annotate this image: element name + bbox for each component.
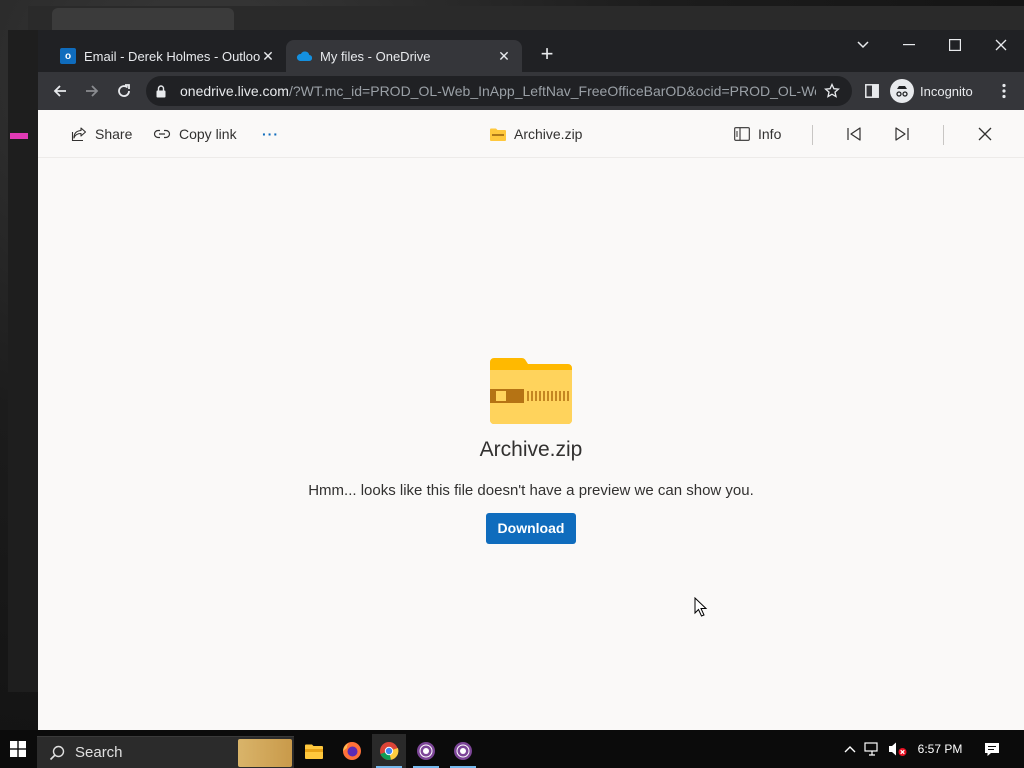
onedrive-cloud-icon: [296, 48, 312, 64]
viewer-command-bar: Share Copy link ··· Archive.zip Info: [38, 110, 1024, 158]
share-button[interactable]: Share: [71, 122, 132, 146]
background-window-tab: [52, 8, 234, 30]
url-text: onedrive.live.com/?WT.mc_id=PROD_OL-Web_…: [180, 83, 816, 99]
reload-button[interactable]: [110, 77, 138, 105]
tab-onedrive[interactable]: My files - OneDrive ✕: [286, 40, 522, 72]
bookmark-star-icon[interactable]: [824, 83, 842, 99]
firefox-icon[interactable]: [335, 734, 369, 768]
close-window-button[interactable]: [978, 30, 1024, 60]
mouse-cursor-icon: [694, 596, 708, 622]
zip-folder-icon: [490, 128, 506, 141]
chrome-icon[interactable]: [372, 734, 406, 768]
show-hidden-icons-button[interactable]: [840, 730, 860, 768]
header-file-name: Archive.zip: [514, 126, 583, 142]
network-icon[interactable]: [862, 730, 884, 768]
close-tab-icon[interactable]: ✕: [260, 48, 276, 64]
windows-taskbar: Search 6:57 PM: [0, 730, 1024, 768]
incognito-icon: [890, 79, 914, 103]
no-preview-message: Hmm... looks like this file doesn't have…: [308, 482, 754, 499]
more-options-button[interactable]: ···: [262, 122, 279, 146]
copy-link-button[interactable]: Copy link: [153, 122, 237, 146]
incognito-label: Incognito: [920, 83, 973, 99]
notifications-icon[interactable]: [978, 730, 1006, 768]
file-title: Archive.zip: [479, 438, 583, 461]
windows-logo-icon: [10, 741, 26, 757]
tor-browser-icon[interactable]: [409, 734, 443, 768]
close-icon: [978, 127, 992, 141]
zip-file-icon: [488, 358, 574, 424]
clock[interactable]: 6:57 PM: [912, 730, 968, 768]
tor-browser-icon[interactable]: [446, 734, 480, 768]
tab-search-icon[interactable]: [840, 30, 886, 60]
address-bar[interactable]: onedrive.live.com/?WT.mc_id=PROD_OL-Web_…: [146, 76, 852, 106]
tab-outlook[interactable]: o Email - Derek Holmes - Outlook ✕: [50, 40, 286, 72]
browser-toolbar: onedrive.live.com/?WT.mc_id=PROD_OL-Web_…: [38, 72, 1024, 110]
next-icon: [894, 126, 910, 142]
close-tab-icon[interactable]: ✕: [496, 48, 512, 64]
search-placeholder: Search: [75, 744, 123, 761]
side-panel-icon[interactable]: [858, 77, 886, 105]
lock-icon[interactable]: [156, 84, 170, 98]
no-preview-panel: Archive.zip Hmm... looks like this file …: [38, 358, 1024, 544]
link-icon: [153, 128, 171, 140]
more-icon: ···: [262, 126, 279, 142]
search-highlight-image: [238, 739, 292, 767]
share-icon: [71, 126, 87, 142]
minimize-button[interactable]: [886, 30, 932, 60]
tab-strip: o Email - Derek Holmes - Outlook ✕ My fi…: [38, 30, 1024, 72]
background-window-edge: [8, 30, 38, 692]
info-button[interactable]: Info: [734, 122, 781, 146]
previous-file-button[interactable]: [846, 122, 870, 146]
browser-window: o Email - Derek Holmes - Outlook ✕ My fi…: [38, 30, 1024, 730]
file-explorer-icon[interactable]: [297, 734, 331, 768]
outlook-icon: o: [60, 48, 76, 64]
info-panel-icon: [734, 127, 750, 141]
file-name-header: Archive.zip: [490, 122, 582, 146]
tab-title: My files - OneDrive: [320, 48, 431, 64]
tab-title: Email - Derek Holmes - Outlook: [84, 48, 260, 64]
next-file-button[interactable]: [894, 122, 918, 146]
start-button[interactable]: [0, 730, 36, 768]
share-label: Share: [95, 126, 133, 142]
back-button[interactable]: [46, 77, 74, 105]
info-label: Info: [758, 126, 782, 142]
previous-icon: [846, 126, 862, 142]
command-divider: [812, 125, 813, 145]
command-divider: [943, 125, 944, 145]
file-viewer: Share Copy link ··· Archive.zip Info Arc…: [38, 110, 1024, 730]
maximize-button[interactable]: [932, 30, 978, 60]
background-accent-bar: [10, 133, 28, 139]
copy-link-label: Copy link: [179, 126, 237, 142]
new-tab-button[interactable]: +: [536, 43, 558, 66]
chrome-menu-icon[interactable]: [990, 77, 1018, 105]
taskbar-search[interactable]: Search: [37, 736, 294, 768]
volume-muted-icon[interactable]: [886, 730, 910, 768]
close-viewer-button[interactable]: [978, 122, 1000, 146]
download-button[interactable]: Download: [486, 513, 576, 544]
forward-button[interactable]: [78, 77, 106, 105]
search-icon: [49, 745, 65, 761]
incognito-profile-button[interactable]: Incognito: [890, 76, 982, 106]
